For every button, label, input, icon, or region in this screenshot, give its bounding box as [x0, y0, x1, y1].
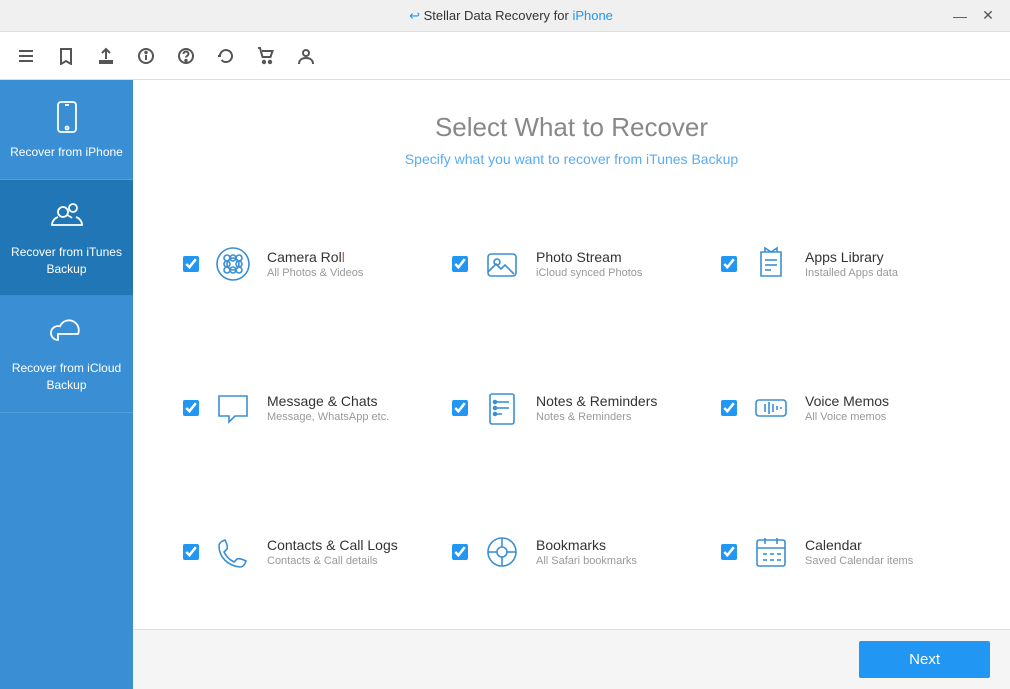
sidebar-item-icloud[interactable]: Recover from iCloud Backup — [0, 296, 133, 413]
photo-stream-icon — [480, 242, 524, 286]
contacts-calls-icon — [211, 530, 255, 574]
bookmarks-icon — [480, 530, 524, 574]
sidebar-icloud-label: Recover from iCloud Backup — [10, 360, 123, 394]
voice-memos-checkbox[interactable] — [721, 400, 737, 416]
cart-icon[interactable] — [252, 42, 280, 70]
list-item: Calendar Saved Calendar items — [711, 485, 970, 619]
apps-library-text: Apps Library Installed Apps data — [805, 249, 898, 279]
bookmarks-desc: All Safari bookmarks — [536, 555, 637, 567]
voice-memos-name: Voice Memos — [805, 393, 889, 409]
help-icon[interactable] — [172, 42, 200, 70]
calendar-text: Calendar Saved Calendar items — [805, 537, 913, 567]
message-chats-icon — [211, 386, 255, 430]
menu-icon[interactable] — [12, 42, 40, 70]
bookmark-icon[interactable] — [52, 42, 80, 70]
notes-reminders-checkbox[interactable] — [452, 400, 468, 416]
list-item: Photo Stream iCloud synced Photos — [442, 197, 701, 331]
message-chats-checkbox[interactable] — [183, 400, 199, 416]
sidebar: Recover from iPhone Recover from iTunes … — [0, 80, 133, 689]
message-chats-name: Message & Chats — [267, 393, 389, 409]
message-chats-desc: Message, WhatsApp etc. — [267, 411, 389, 423]
calendar-icon — [749, 530, 793, 574]
info-icon[interactable] — [132, 42, 160, 70]
list-item: Camera Roll All Photos & Videos — [173, 197, 432, 331]
camera-roll-text: Camera Roll All Photos & Videos — [267, 249, 363, 279]
calendar-desc: Saved Calendar items — [805, 555, 913, 567]
list-item: Message & Chats Message, WhatsApp etc. — [173, 341, 432, 475]
apps-library-checkbox[interactable] — [721, 256, 737, 272]
voice-memos-text: Voice Memos All Voice memos — [805, 393, 889, 423]
list-item: Bookmarks All Safari bookmarks — [442, 485, 701, 619]
sidebar-item-iphone[interactable]: Recover from iPhone — [0, 80, 133, 180]
camera-roll-desc: All Photos & Videos — [267, 267, 363, 279]
page-title: Select What to Recover — [153, 112, 990, 143]
refresh-icon[interactable] — [212, 42, 240, 70]
next-button[interactable]: Next — [859, 641, 990, 678]
title-accent: iPhone — [572, 8, 612, 23]
content-header: Select What to Recover Specify what you … — [133, 80, 1010, 187]
minimize-button[interactable]: — — [950, 6, 970, 26]
voice-memos-desc: All Voice memos — [805, 411, 889, 423]
notes-reminders-text: Notes & Reminders Notes & Reminders — [536, 393, 657, 423]
notes-reminders-icon — [480, 386, 524, 430]
photo-stream-name: Photo Stream — [536, 249, 642, 265]
list-item: Notes & Reminders Notes & Reminders — [442, 341, 701, 475]
title-bar: ↩ Stellar Data Recovery for iPhone — ✕ — [0, 0, 1010, 32]
list-item: Voice Memos All Voice memos — [711, 341, 970, 475]
toolbar — [0, 32, 1010, 80]
notes-reminders-desc: Notes & Reminders — [536, 411, 657, 423]
contacts-calls-checkbox[interactable] — [183, 544, 199, 560]
sidebar-item-itunes[interactable]: Recover from iTunes Backup — [0, 180, 133, 297]
contacts-calls-desc: Contacts & Call details — [267, 555, 398, 567]
camera-roll-checkbox[interactable] — [183, 256, 199, 272]
bottom-bar: Next — [133, 629, 1010, 689]
sidebar-itunes-label: Recover from iTunes Backup — [10, 244, 123, 278]
bookmarks-text: Bookmarks All Safari bookmarks — [536, 537, 637, 567]
window-controls: — ✕ — [950, 6, 998, 26]
camera-roll-name: Camera Roll — [267, 249, 363, 265]
photo-stream-desc: iCloud synced Photos — [536, 267, 642, 279]
photo-stream-checkbox[interactable] — [452, 256, 468, 272]
list-item: Apps Library Installed Apps data — [711, 197, 970, 331]
calendar-checkbox[interactable] — [721, 544, 737, 560]
bookmarks-checkbox[interactable] — [452, 544, 468, 560]
photo-stream-text: Photo Stream iCloud synced Photos — [536, 249, 642, 279]
contacts-calls-text: Contacts & Call Logs Contacts & Call det… — [267, 537, 398, 567]
apps-library-name: Apps Library — [805, 249, 898, 265]
contacts-calls-name: Contacts & Call Logs — [267, 537, 398, 553]
list-item: Contacts & Call Logs Contacts & Call det… — [173, 485, 432, 619]
voice-memos-icon — [749, 386, 793, 430]
page-subtitle: Specify what you want to recover from iT… — [153, 151, 990, 167]
bookmarks-name: Bookmarks — [536, 537, 637, 553]
user-icon[interactable] — [292, 42, 320, 70]
message-chats-text: Message & Chats Message, WhatsApp etc. — [267, 393, 389, 423]
notes-reminders-name: Notes & Reminders — [536, 393, 657, 409]
recovery-grid: Camera Roll All Photos & Videos Photo St… — [133, 187, 1010, 629]
app-title: ↩ Stellar Data Recovery for iPhone — [72, 8, 950, 24]
sidebar-iphone-label: Recover from iPhone — [10, 144, 123, 161]
main-layout: Recover from iPhone Recover from iTunes … — [0, 80, 1010, 689]
close-button[interactable]: ✕ — [978, 6, 998, 26]
export-icon[interactable] — [92, 42, 120, 70]
apps-library-icon — [749, 242, 793, 286]
camera-roll-icon — [211, 242, 255, 286]
apps-library-desc: Installed Apps data — [805, 267, 898, 279]
calendar-name: Calendar — [805, 537, 913, 553]
content-area: Select What to Recover Specify what you … — [133, 80, 1010, 689]
